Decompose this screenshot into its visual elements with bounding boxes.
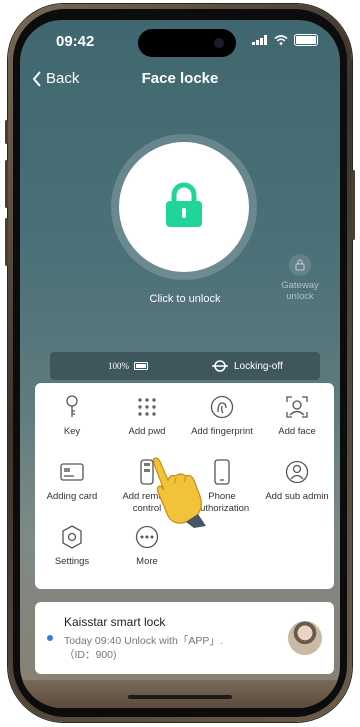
side-button — [5, 218, 8, 266]
side-button — [5, 160, 8, 208]
gateway-icon — [289, 254, 311, 276]
lock-status: Locking-off — [234, 361, 283, 372]
admin-icon — [284, 459, 310, 485]
record-id: （ID：900) — [64, 649, 117, 661]
fingerprint-icon — [209, 394, 235, 420]
menu-item-add-fingerprint[interactable]: Add fingerprint — [185, 394, 259, 438]
phone-icon — [209, 459, 235, 485]
camera-icon — [214, 38, 224, 48]
menu-label: Add face — [278, 426, 316, 437]
keypad-icon — [134, 394, 160, 420]
status-icons — [252, 34, 318, 46]
home-indicator[interactable] — [128, 695, 232, 699]
battery-percent: 100% — [108, 361, 129, 371]
menu-label: Add sub admin — [265, 491, 329, 502]
lock-info-strip: 100% Locking-off — [50, 352, 320, 380]
unlock-button[interactable] — [119, 142, 249, 272]
battery-icon — [294, 34, 318, 46]
gateway-unlock-button[interactable]: Gateway unlock — [270, 254, 330, 302]
menu-label: Add pwd — [128, 426, 166, 437]
app-screen: 09:42 Back Face locke Click to unlock Ga… — [20, 20, 340, 708]
menu-label: Key — [63, 426, 81, 437]
menu-item-more[interactable]: More — [110, 524, 184, 568]
menu-item-key[interactable]: Key — [35, 394, 109, 438]
gateway-label-2: unlock — [286, 291, 314, 302]
menu-label: Adding card — [46, 491, 98, 502]
menu-label: Settings — [54, 556, 90, 567]
menu-item-adding-card[interactable]: Adding card — [35, 459, 109, 503]
card-icon — [59, 459, 85, 485]
status-bar: 09:42 — [20, 20, 340, 64]
key-icon — [59, 394, 85, 420]
side-button — [5, 120, 8, 144]
record-detail: Today 09:40 Unlock with「APP」. — [64, 635, 223, 647]
face-icon — [284, 394, 310, 420]
record-lock-name: Kaisstar smart lock — [64, 615, 166, 629]
gateway-label-1: Gateway — [281, 280, 319, 291]
locking-mode-icon — [212, 360, 228, 372]
unread-dot — [47, 635, 53, 641]
menu-item-add-face[interactable]: Add face — [260, 394, 334, 438]
wifi-icon — [274, 35, 288, 45]
nav-bar: Back Face locke — [20, 66, 340, 94]
battery-small-icon — [134, 362, 148, 370]
menu-item-settings[interactable]: Settings — [35, 524, 109, 568]
background-floor — [20, 680, 340, 708]
pointing-hand-icon — [152, 457, 206, 528]
lock-icon — [166, 182, 202, 227]
dynamic-island — [138, 29, 236, 57]
menu-label: More — [136, 556, 158, 567]
side-button — [352, 170, 355, 240]
menu-item-add-sub-admin[interactable]: Add sub admin — [260, 459, 334, 503]
status-time: 09:42 — [56, 33, 95, 50]
menu-item-add-pwd[interactable]: Add pwd — [110, 394, 184, 438]
signal-icon — [252, 35, 267, 45]
unlock-record-card[interactable]: Kaisstar smart lock Today 09:40 Unlock w… — [35, 602, 334, 674]
settings-icon — [59, 524, 85, 550]
menu-label: Add fingerprint — [191, 426, 253, 437]
click-to-unlock-text: Click to unlock — [149, 293, 221, 305]
page-title: Face locke — [141, 70, 219, 87]
avatar — [288, 621, 322, 655]
